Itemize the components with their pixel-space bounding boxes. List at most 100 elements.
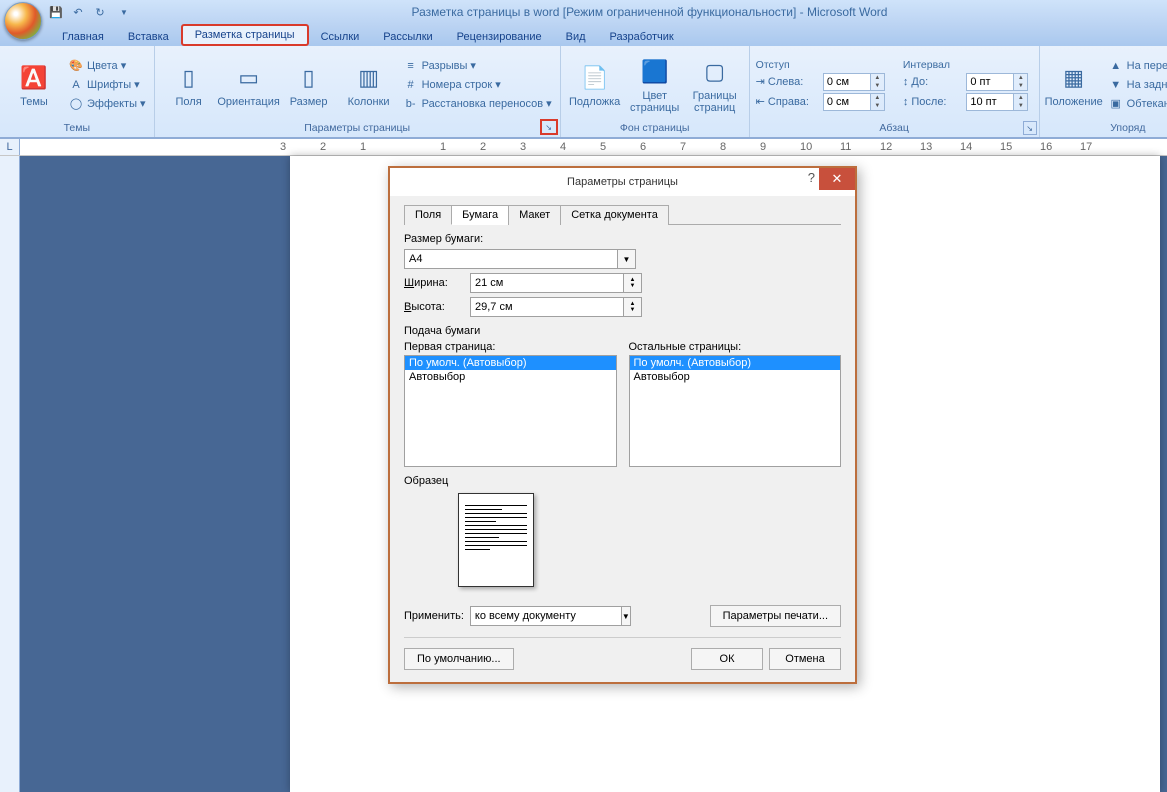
paper-size-combo[interactable] bbox=[404, 249, 618, 269]
cancel-button[interactable]: Отмена bbox=[769, 648, 841, 670]
theme-effects-button[interactable]: ◯Эффекты ▾ bbox=[66, 95, 148, 113]
first-page-listbox[interactable]: По умолч. (Автовыбор) Автовыбор bbox=[404, 355, 617, 467]
ribbon-tabs: Главная Вставка Разметка страницы Ссылки… bbox=[0, 24, 1167, 46]
position-button[interactable]: ▦Положение bbox=[1046, 62, 1102, 108]
tab-page-layout[interactable]: Разметка страницы bbox=[181, 24, 309, 46]
redo-icon[interactable]: ↻ bbox=[92, 4, 108, 20]
indent-left-label: Слева: bbox=[768, 76, 820, 88]
tab-view[interactable]: Вид bbox=[554, 28, 598, 46]
columns-icon: ▥ bbox=[353, 62, 385, 94]
tab-main[interactable]: Главная bbox=[50, 28, 116, 46]
print-options-button[interactable]: Параметры печати... bbox=[710, 605, 841, 627]
office-button[interactable] bbox=[4, 2, 42, 40]
width-label: Ширина: bbox=[404, 277, 464, 289]
page-setup-launcher[interactable]: ↘ bbox=[540, 119, 558, 135]
arrange-group-label: Упоряд bbox=[1046, 121, 1167, 135]
themes-icon: 🅰️ bbox=[18, 62, 50, 94]
indent-left-input[interactable] bbox=[823, 73, 871, 91]
list-item[interactable]: Автовыбор bbox=[630, 370, 841, 384]
front-icon: ▲ bbox=[1108, 58, 1124, 74]
breaks-icon: ≡ bbox=[403, 58, 419, 74]
page-color-button[interactable]: 🟦Цвет страницы bbox=[627, 56, 683, 114]
theme-colors-button[interactable]: 🎨Цвета ▾ bbox=[66, 57, 148, 75]
indent-left-spinner[interactable]: ▲▼ bbox=[871, 73, 885, 91]
paper-size-dropdown-icon[interactable]: ▼ bbox=[618, 249, 636, 269]
list-item[interactable]: По умолч. (Автовыбор) bbox=[405, 356, 616, 370]
indent-title: Отступ bbox=[756, 59, 885, 71]
preview-thumbnail bbox=[458, 493, 534, 587]
dlg-tab-layout[interactable]: Макет bbox=[508, 205, 561, 225]
undo-icon[interactable]: ↶ bbox=[70, 4, 86, 20]
size-button[interactable]: ▯Размер bbox=[281, 62, 337, 108]
qat-more-icon[interactable]: ▼ bbox=[116, 4, 132, 20]
breaks-button[interactable]: ≡Разрывы ▾ bbox=[401, 57, 554, 75]
default-button[interactable]: По умолчанию... bbox=[404, 648, 514, 670]
tab-insert[interactable]: Вставка bbox=[116, 28, 181, 46]
send-back-button[interactable]: ▼На задний пл bbox=[1106, 76, 1167, 94]
indent-left-icon: ⇥ bbox=[756, 75, 765, 88]
height-label: Высота: bbox=[404, 301, 464, 313]
spacing-after-label: После: bbox=[911, 96, 963, 108]
paragraph-launcher[interactable]: ↘ bbox=[1023, 121, 1037, 135]
indent-right-label: Справа: bbox=[768, 96, 820, 108]
themes-group-label: Темы bbox=[6, 121, 148, 135]
page-setup-group-label: Параметры страницы bbox=[161, 121, 554, 135]
tab-review[interactable]: Рецензирование bbox=[445, 28, 554, 46]
horizontal-ruler[interactable]: 321 123 456 789 101112 131415 1617 bbox=[20, 139, 1167, 155]
dlg-tab-grid[interactable]: Сетка документа bbox=[560, 205, 669, 225]
theme-fonts-button[interactable]: AШрифты ▾ bbox=[66, 76, 148, 94]
page-borders-button[interactable]: ▢Границы страниц bbox=[687, 56, 743, 114]
width-spinner[interactable]: ▲▼ bbox=[624, 273, 642, 293]
apply-combo[interactable] bbox=[470, 606, 622, 626]
other-pages-listbox[interactable]: По умолч. (Автовыбор) Автовыбор bbox=[629, 355, 842, 467]
spacing-after-input[interactable] bbox=[966, 93, 1014, 111]
margins-icon: ▯ bbox=[173, 62, 205, 94]
indent-right-input[interactable] bbox=[823, 93, 871, 111]
spacing-before-input[interactable] bbox=[966, 73, 1014, 91]
window-title: Разметка страницы в word [Режим ограниче… bbox=[132, 5, 1167, 19]
height-input[interactable] bbox=[470, 297, 624, 317]
apply-label: Применить: bbox=[404, 610, 464, 622]
group-paragraph: Отступ ⇥Слева:▲▼ ⇤Справа:▲▼ Интервал ↕До… bbox=[750, 46, 1040, 137]
width-input[interactable] bbox=[470, 273, 624, 293]
watermark-button[interactable]: 📄Подложка bbox=[567, 62, 623, 108]
list-item[interactable]: По умолч. (Автовыбор) bbox=[630, 356, 841, 370]
save-icon[interactable]: 💾 bbox=[48, 4, 64, 20]
dialog-titlebar: Параметры страницы ? ✕ bbox=[390, 168, 855, 196]
themes-button[interactable]: 🅰️ Темы bbox=[6, 62, 62, 108]
ruler-area: L 321 123 456 789 101112 131415 1617 bbox=[0, 138, 1167, 156]
spacing-title: Интервал bbox=[903, 59, 1029, 71]
apply-dropdown-icon[interactable]: ▼ bbox=[622, 606, 631, 626]
ruler-corner[interactable]: L bbox=[0, 139, 20, 155]
columns-button[interactable]: ▥Колонки bbox=[341, 62, 397, 108]
height-spinner[interactable]: ▲▼ bbox=[624, 297, 642, 317]
dlg-tab-fields[interactable]: Поля bbox=[404, 205, 452, 225]
spacing-before-icon: ↕ bbox=[903, 76, 909, 88]
spacing-after-spinner[interactable]: ▲▼ bbox=[1014, 93, 1028, 111]
group-arrange: ▦Положение ▲На передний пл ▼На задний пл… bbox=[1040, 46, 1167, 137]
line-numbers-button[interactable]: #Номера строк ▾ bbox=[401, 76, 554, 94]
indent-right-spinner[interactable]: ▲▼ bbox=[871, 93, 885, 111]
tab-mailings[interactable]: Рассылки bbox=[371, 28, 444, 46]
orientation-button[interactable]: ▭Ориентация bbox=[221, 62, 277, 108]
tab-references[interactable]: Ссылки bbox=[309, 28, 372, 46]
ok-button[interactable]: ОК bbox=[691, 648, 763, 670]
hyphenation-button[interactable]: b-Расстановка переносов ▾ bbox=[401, 95, 554, 113]
list-item[interactable]: Автовыбор bbox=[405, 370, 616, 384]
themes-label: Темы bbox=[20, 96, 48, 108]
dialog-title: Параметры страницы bbox=[567, 176, 678, 188]
spacing-before-spinner[interactable]: ▲▼ bbox=[1014, 73, 1028, 91]
tab-developer[interactable]: Разработчик bbox=[598, 28, 686, 46]
text-wrap-button[interactable]: ▣Обтекание те bbox=[1106, 95, 1167, 113]
margins-button[interactable]: ▯Поля bbox=[161, 62, 217, 108]
palette-icon: 🎨 bbox=[68, 58, 84, 74]
dialog-close-button[interactable]: ✕ bbox=[819, 168, 855, 190]
watermark-icon: 📄 bbox=[579, 62, 611, 94]
dialog-help-icon[interactable]: ? bbox=[808, 170, 815, 185]
vertical-ruler[interactable] bbox=[0, 156, 20, 792]
linenum-icon: # bbox=[403, 77, 419, 93]
quick-access-toolbar: 💾 ↶ ↻ ▼ bbox=[48, 4, 132, 20]
dlg-tab-paper[interactable]: Бумага bbox=[451, 205, 509, 225]
hyphen-icon: b- bbox=[403, 96, 419, 112]
bring-front-button[interactable]: ▲На передний пл bbox=[1106, 57, 1167, 75]
